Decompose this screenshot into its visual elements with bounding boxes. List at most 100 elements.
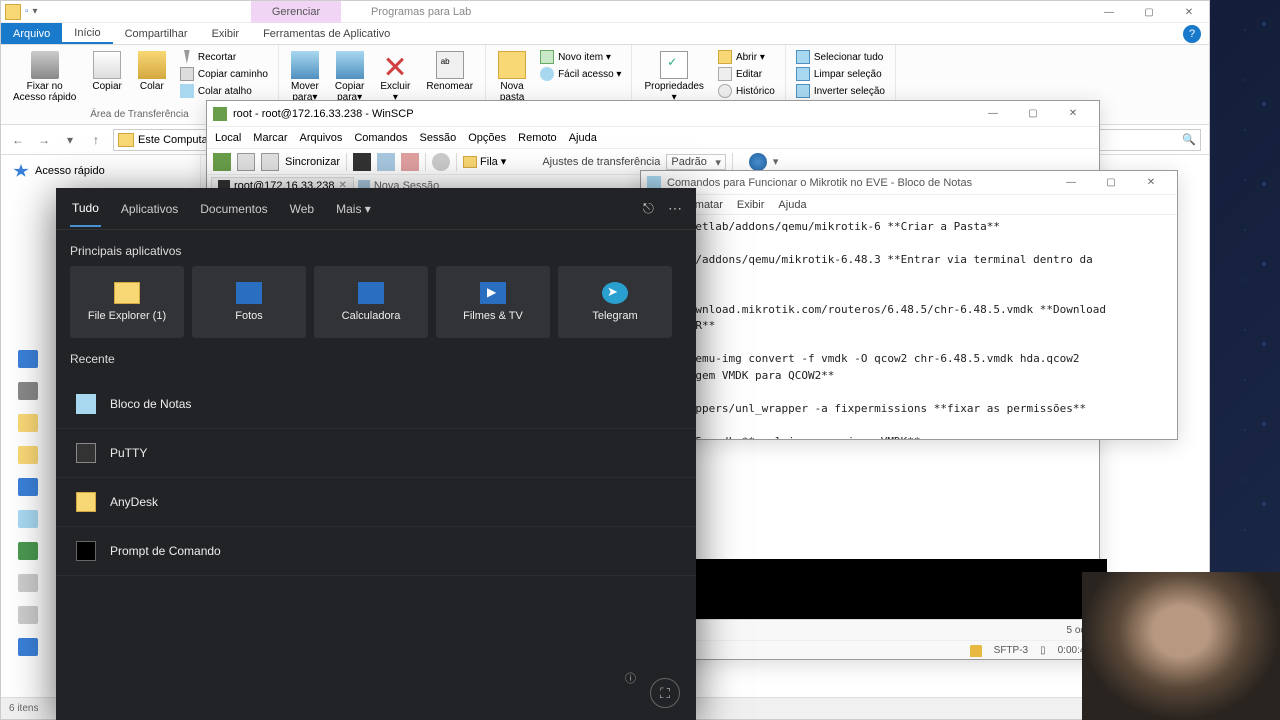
sync-button[interactable]: Sincronizar	[285, 156, 340, 168]
close-button[interactable]: ✕	[1131, 172, 1171, 194]
recent-anydesk[interactable]: AnyDesk	[56, 478, 696, 527]
contextual-tab-manage[interactable]: Gerenciar	[251, 1, 341, 23]
select-all-button[interactable]: Selecionar tudo	[794, 49, 887, 65]
menu-mark[interactable]: Marcar	[253, 132, 287, 144]
close-button[interactable]: ✕	[1169, 1, 1209, 23]
easy-access-button[interactable]: Fácil acesso ▾	[538, 66, 623, 82]
status-protocol: SFTP-3	[994, 645, 1028, 656]
menu-view[interactable]: Exibir	[737, 199, 765, 211]
info-icon[interactable]: ⓘ	[625, 670, 636, 700]
forward-button[interactable]: →	[35, 131, 53, 149]
edit-button[interactable]: Editar	[716, 66, 777, 82]
network-icon[interactable]	[18, 638, 38, 656]
notepad-text-area[interactable]: /opt/unetlab/addons/qemu/mikrotik-6 **Cr…	[641, 215, 1177, 439]
tab-file[interactable]: Arquivo	[1, 23, 62, 44]
add-session-icon[interactable]	[213, 153, 231, 171]
music-icon[interactable]	[18, 542, 38, 560]
transfer-settings-dropdown[interactable]: Padrão	[666, 154, 725, 170]
back-button[interactable]: ←	[9, 131, 27, 149]
folder-icon[interactable]	[18, 446, 38, 464]
tile-file-explorer[interactable]: File Explorer (1)	[70, 266, 184, 338]
tile-photos[interactable]: Fotos	[192, 266, 306, 338]
paste-button[interactable]: Colar	[134, 49, 170, 109]
lock-icon	[970, 645, 982, 657]
tab-web[interactable]: Web	[288, 192, 316, 226]
pin-quick-access-button[interactable]: Fixar no Acesso rápido	[9, 49, 80, 109]
pictures-icon[interactable]	[18, 510, 38, 528]
menu-commands[interactable]: Comandos	[354, 132, 407, 144]
file-explorer-icon	[114, 282, 140, 304]
tab-apptools[interactable]: Ferramentas de Aplicativo	[251, 23, 402, 44]
tab-documents[interactable]: Documentos	[198, 192, 269, 226]
qat-save-icon[interactable]: ▫	[25, 6, 29, 17]
recent-notepad[interactable]: Bloco de Notas	[56, 380, 696, 429]
recent-putty[interactable]: PuTTY	[56, 429, 696, 478]
tab-home[interactable]: Início	[62, 23, 112, 44]
putty-icon	[76, 443, 96, 463]
select-none-button[interactable]: Limpar seleção	[794, 66, 887, 82]
maximize-button[interactable]: ▢	[1013, 103, 1053, 125]
maximize-button[interactable]: ▢	[1091, 172, 1131, 194]
new-item-button[interactable]: Novo item ▾	[538, 49, 623, 65]
recent-cmd[interactable]: Prompt de Comando	[56, 527, 696, 576]
maximize-button[interactable]: ▢	[1129, 1, 1169, 23]
divider: ▯	[1040, 645, 1046, 656]
minimize-button[interactable]: —	[973, 103, 1013, 125]
tab-apps[interactable]: Aplicativos	[119, 192, 180, 226]
compare-icon[interactable]	[237, 153, 255, 171]
minimize-button[interactable]: —	[1089, 1, 1129, 23]
onedrive-icon[interactable]	[18, 350, 38, 368]
preferences-icon[interactable]	[432, 153, 450, 171]
folder-icon[interactable]	[18, 414, 38, 432]
cut-button[interactable]: Recortar	[178, 49, 270, 65]
close-button[interactable]: ✕	[1053, 103, 1093, 125]
tile-calculator[interactable]: Calculadora	[314, 266, 428, 338]
tab-more[interactable]: Mais ▾	[334, 192, 373, 226]
menu-local[interactable]: Local	[215, 132, 241, 144]
sidebar-quick-access[interactable]: Acesso rápido	[1, 161, 200, 181]
drive-icon[interactable]	[18, 574, 38, 592]
terminal-icon[interactable]	[353, 153, 371, 171]
path-icon[interactable]	[377, 153, 395, 171]
notepad-icon	[76, 394, 96, 414]
help-icon[interactable]: ?	[1183, 25, 1201, 43]
open-button[interactable]: Abrir ▾	[716, 49, 777, 65]
menu-files[interactable]: Arquivos	[300, 132, 343, 144]
paste-shortcut-button[interactable]: Colar atalho	[178, 83, 270, 99]
photos-icon	[236, 282, 262, 304]
winscp-menubar: Local Marcar Arquivos Comandos Sessão Op…	[207, 127, 1099, 149]
tab-share[interactable]: Compartilhar	[113, 23, 200, 44]
folder-icon	[5, 4, 21, 20]
sync-browse-icon[interactable]	[261, 153, 279, 171]
tab-view[interactable]: Exibir	[200, 23, 252, 44]
copy-path-button[interactable]: Copiar caminho	[178, 66, 270, 82]
feedback-icon[interactable]: ⎋	[643, 200, 654, 217]
drive-icon[interactable]	[18, 606, 38, 624]
menu-help[interactable]: Ajuda	[569, 132, 597, 144]
thispc-icon[interactable]	[18, 382, 38, 400]
notepad-menubar: itar Formatar Exibir Ajuda	[641, 195, 1177, 215]
screenshot-search-button[interactable]: ⛶	[650, 678, 680, 708]
menu-session[interactable]: Sessão	[420, 132, 457, 144]
invert-selection-button[interactable]: Inverter seleção	[794, 83, 887, 99]
menu-options[interactable]: Opções	[468, 132, 506, 144]
tile-movies[interactable]: Filmes & TV	[436, 266, 550, 338]
tile-telegram[interactable]: Telegram	[558, 266, 672, 338]
downloads-icon[interactable]	[18, 478, 38, 496]
copy-button[interactable]: Copiar	[88, 49, 125, 109]
history-button[interactable]: Histórico	[716, 83, 777, 99]
up-button[interactable]: ↑	[87, 131, 105, 149]
tab-all[interactable]: Tudo	[70, 191, 101, 227]
recent-dropdown[interactable]: ▾	[61, 131, 79, 149]
queue-button[interactable]: Fila ▾	[463, 155, 506, 168]
minimize-button[interactable]: —	[1051, 172, 1091, 194]
recent-list: Bloco de Notas PuTTY AnyDesk Prompt de C…	[56, 374, 696, 582]
more-options-icon[interactable]: ⋯	[668, 200, 682, 217]
close-session-icon[interactable]	[401, 153, 419, 171]
qat-dropdown-icon[interactable]: ▾	[33, 6, 38, 17]
explorer-titlebar: ▫ ▾ Gerenciar Programas para Lab — ▢ ✕	[1, 1, 1209, 23]
menu-help[interactable]: Ajuda	[778, 199, 806, 211]
transfer-settings-label: Ajustes de transferência	[542, 156, 660, 168]
menu-remote[interactable]: Remoto	[518, 132, 557, 144]
globe-icon[interactable]	[749, 153, 767, 171]
